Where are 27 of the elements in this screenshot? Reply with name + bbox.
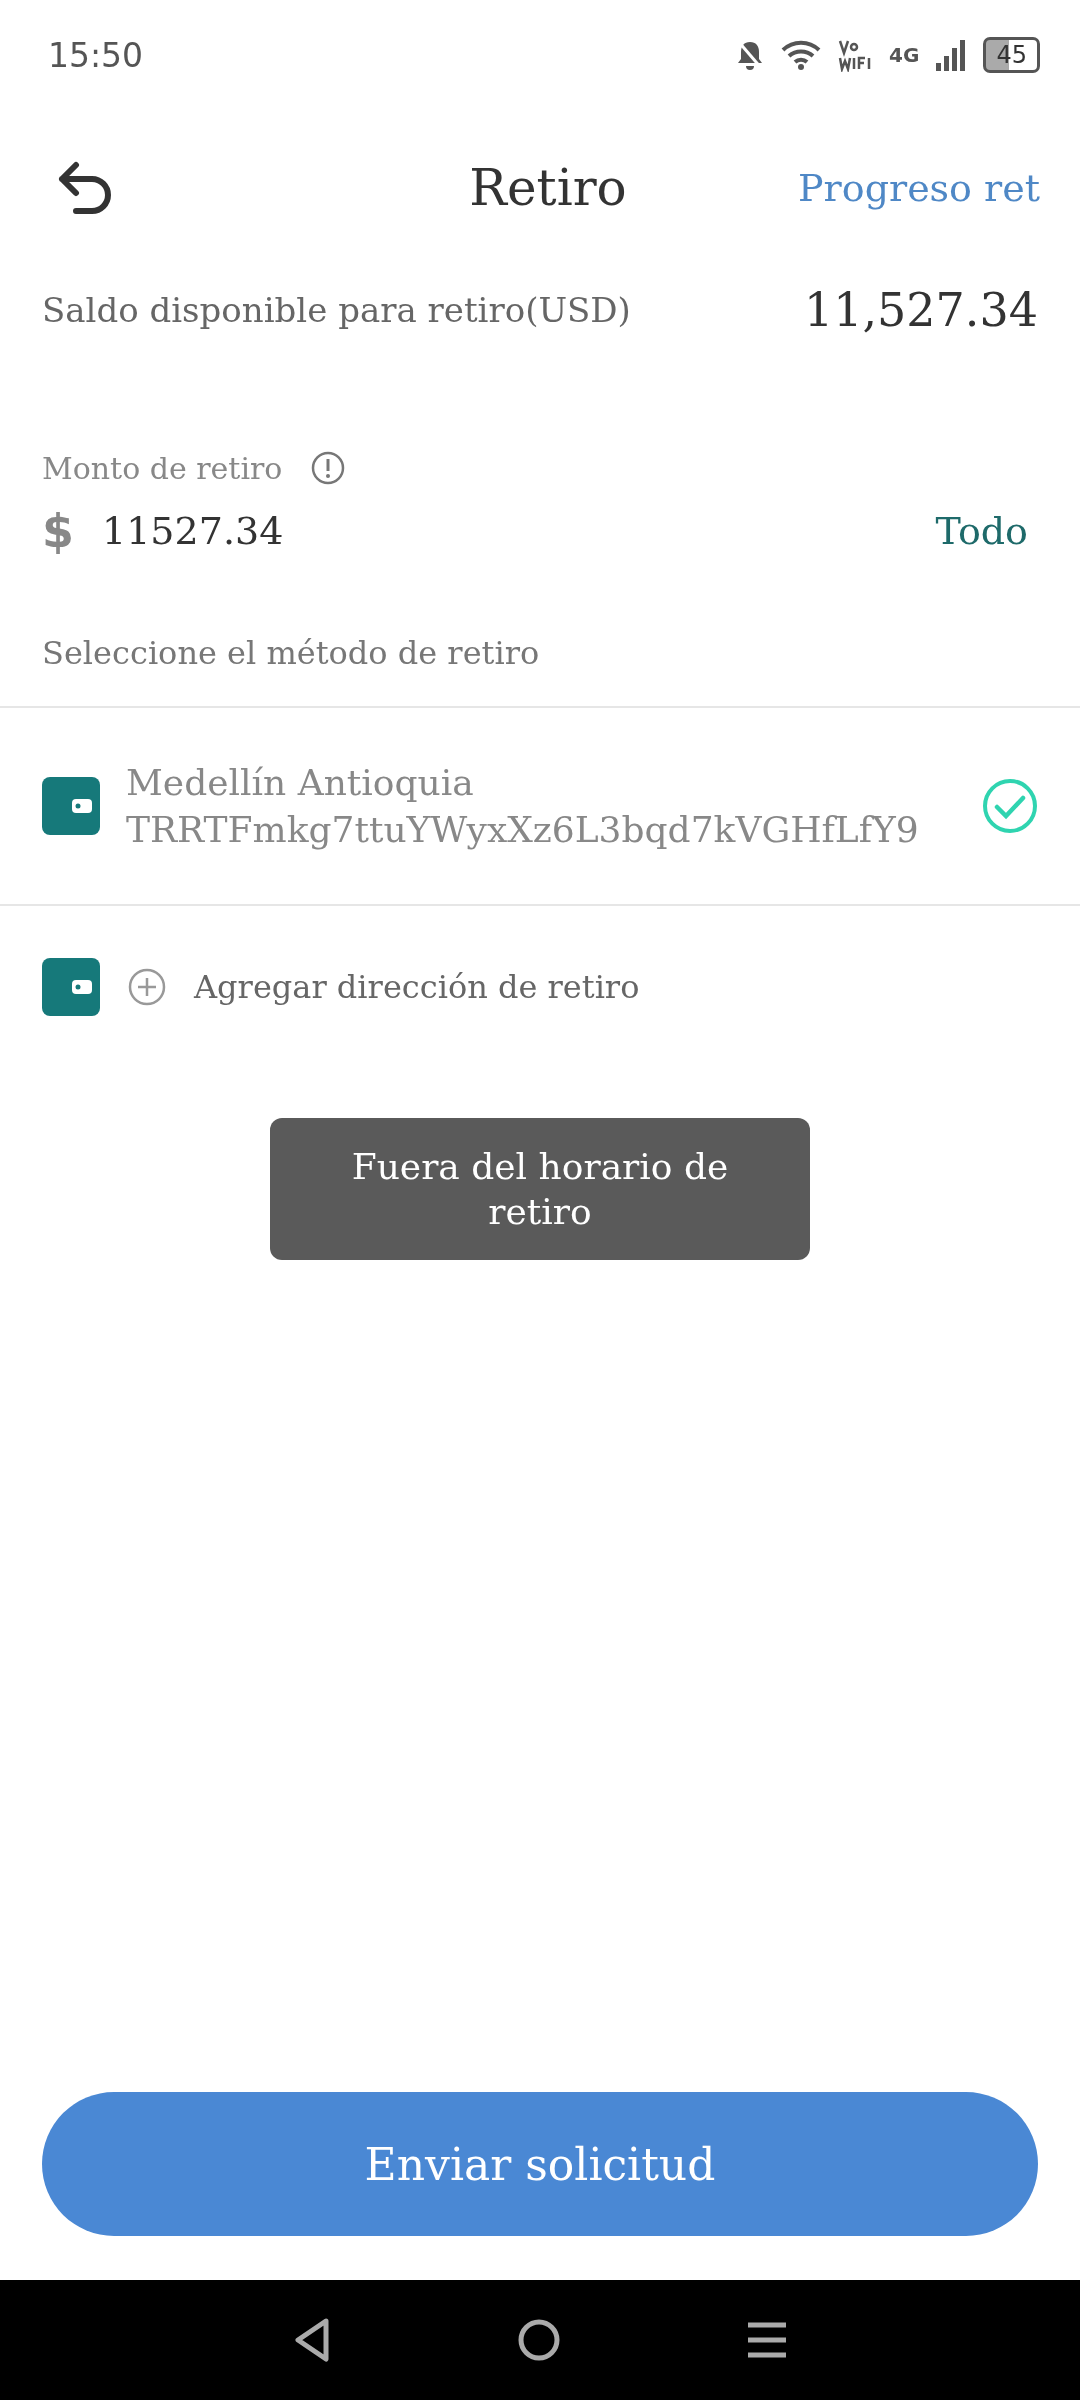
progress-link[interactable]: Progreso ret: [798, 166, 1040, 210]
wallet-icon: [42, 958, 100, 1016]
home-nav-icon[interactable]: [517, 2318, 561, 2362]
all-button[interactable]: Todo: [935, 509, 1028, 553]
wifi-icon: [781, 40, 822, 70]
method-address: TRRTFmkg7ttuYWyxXz6L3bqd7kVGHfLfY9: [126, 809, 920, 850]
method-label: Seleccione el método de retiro: [42, 634, 540, 672]
amount-label: Monto de retiro: [42, 450, 283, 486]
menu-nav-icon[interactable]: [745, 2320, 788, 2360]
toast-message: Fuera del horario de retiro: [270, 1118, 810, 1260]
balance-value: 11,527.34: [803, 283, 1038, 337]
submit-button[interactable]: Enviar solicitud: [42, 2092, 1038, 2236]
plus-circle-icon[interactable]: [128, 968, 166, 1006]
check-circle-icon[interactable]: [982, 778, 1038, 834]
status-time: 15:50: [48, 35, 144, 75]
network-type: 4G: [889, 43, 920, 67]
page-title: Retiro: [469, 159, 627, 217]
add-address-link[interactable]: Agregar dirección de retiro: [194, 968, 640, 1006]
back-icon[interactable]: [56, 161, 114, 215]
info-icon[interactable]: [310, 450, 347, 486]
signal-icon: [935, 39, 968, 71]
currency-symbol: $: [42, 504, 74, 558]
amount-field[interactable]: 11527.34: [102, 509, 908, 553]
wallet-icon: [42, 777, 100, 835]
battery-indicator: 45: [983, 37, 1040, 73]
method-name: Medellín Antioquia: [126, 762, 475, 803]
balance-label: Saldo disponible para retiro(USD): [42, 290, 631, 330]
